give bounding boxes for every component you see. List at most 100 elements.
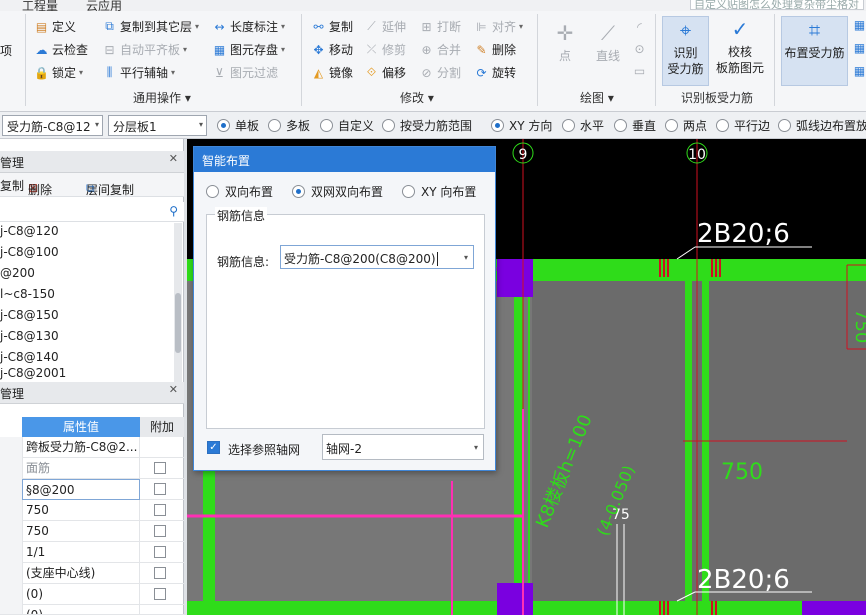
checkbox[interactable] xyxy=(154,483,166,495)
offset-button[interactable]: ⟐ 偏移 xyxy=(364,64,406,81)
left-panel: 管理 ✕ 复制 ⊠ 删除 ⧉ 层间复制 ⚲ j-C8@120 j-C8@100 @… xyxy=(0,139,184,615)
group-label-draw: 绘图 ▾ xyxy=(580,91,614,105)
table-row[interactable]: (支座中心线) xyxy=(0,563,184,584)
place-rebar-button[interactable]: ⌗ 布置受力筋 xyxy=(781,16,848,86)
extend-button[interactable]: ⟋ 延伸 xyxy=(364,18,406,35)
table-row[interactable]: §8@200 xyxy=(0,479,184,500)
line-button[interactable]: ⟋ 直线 xyxy=(588,20,628,64)
dimension-text-750: 750 xyxy=(721,460,763,485)
radio-parallel-edge[interactable]: 平行边 xyxy=(716,117,770,134)
element-save-button[interactable]: ▦ 图元存盘 ▾ xyxy=(212,41,285,58)
list-item[interactable]: j-C8@140 xyxy=(0,347,174,368)
length-dimension-button[interactable]: ↔ 长度标注 ▾ xyxy=(212,18,285,35)
axis-grid-select[interactable]: 轴网-2 ▾ xyxy=(322,434,484,460)
table-row[interactable]: (0) xyxy=(0,584,184,605)
radio-by-rebar-range[interactable]: 按受力筋范围 xyxy=(382,117,472,134)
element-filter-button[interactable]: ⊻ 图元过滤 xyxy=(212,64,278,81)
close-icon[interactable]: ✕ xyxy=(169,383,178,396)
auto-align-slab-button[interactable]: ⊟ 自动平齐板 ▾ xyxy=(102,41,187,58)
draw-extra-3[interactable]: ▭ xyxy=(632,64,650,78)
split-button[interactable]: ⊘ 分割 xyxy=(419,64,461,81)
radio-dot xyxy=(402,185,416,198)
trim-icon: ⤫ xyxy=(366,42,377,56)
cloud-check-button[interactable]: ☁ 云检查 xyxy=(34,41,89,58)
recognize-rebar-button[interactable]: ⌖ 识别 受力筋 xyxy=(662,16,709,86)
close-icon[interactable]: ✕ xyxy=(169,152,178,165)
break-button[interactable]: ⊞ 打断 xyxy=(419,18,461,35)
component-search-input[interactable]: ⚲ xyxy=(0,202,184,222)
list-item[interactable]: j-C8@150 xyxy=(0,305,174,326)
mirror-button[interactable]: ◭ 镜像 xyxy=(311,64,353,81)
checkbox[interactable] xyxy=(154,567,166,579)
merge-button[interactable]: ⊕ 合并 xyxy=(419,41,461,58)
search-input[interactable]: 自定义贴图怎么处理复杂带尘格对件 xyxy=(690,0,864,10)
list-scrollbar[interactable] xyxy=(174,223,182,383)
table-row[interactable]: 750 xyxy=(0,521,184,542)
define-button[interactable]: ▤ 定义 xyxy=(34,18,76,35)
rotate-button[interactable]: ⟳ 旋转 xyxy=(474,64,516,81)
radio-bidirectional[interactable]: 双向布置 xyxy=(206,183,273,200)
radio-arc-edge[interactable]: 弧线边布置放 xyxy=(778,117,866,134)
radio-xy-direction[interactable]: XY 方向 xyxy=(491,117,552,134)
parallel-axis-button[interactable]: ⫼ 平行辅轴 ▾ xyxy=(102,64,175,81)
checkbox[interactable] xyxy=(154,588,166,600)
list-item[interactable]: j-C8@100 xyxy=(0,242,174,263)
list-item[interactable]: j-C8@120 xyxy=(0,221,174,242)
ribbon: 工程量 云应用 自定义贴图怎么处理复杂带尘格对件 项 ▤定义 ☁云检查 🔒锁定▾… xyxy=(0,0,866,112)
point-button[interactable]: ✛ 点 xyxy=(548,20,582,64)
list-item[interactable]: j-C8@2001 xyxy=(0,368,174,380)
checkbox[interactable] xyxy=(154,462,166,474)
recognize-rebar-icon: ⌖ xyxy=(679,18,692,42)
rebar-type-select[interactable]: 受力筋-C8@12 ▾ xyxy=(2,115,103,136)
radio-two-points[interactable]: 两点 xyxy=(665,117,707,134)
more-icon-1[interactable]: ▦ xyxy=(852,18,866,32)
align-slab-icon: ⊟ xyxy=(104,42,115,57)
move-button[interactable]: ✥ 移动 xyxy=(311,41,353,58)
reference-axis-checkbox[interactable]: ✓ xyxy=(207,441,220,454)
delete-button[interactable]: ✎ 删除 xyxy=(474,41,516,58)
lock-button[interactable]: 🔒 锁定 ▾ xyxy=(34,64,83,81)
draw-extra-1[interactable]: ◜ xyxy=(632,20,650,34)
trim-button[interactable]: ⤫ 修剪 xyxy=(364,41,406,58)
radio-xy-layout[interactable]: XY 向布置 xyxy=(402,183,476,200)
radio-horizontal[interactable]: 水平 xyxy=(562,117,604,134)
radio-single-slab[interactable]: 单板 xyxy=(217,117,259,134)
copy-to-floor-button[interactable]: ⧉ 复制到其它层 ▾ xyxy=(102,18,199,35)
slab-layer-select[interactable]: 分层板1 ▾ xyxy=(108,115,207,136)
radio-double-net-bidirectional[interactable]: 双网双向布置 xyxy=(292,183,383,200)
table-row[interactable]: 1/1 xyxy=(0,542,184,563)
radio-custom[interactable]: 自定义 xyxy=(320,117,374,134)
more-icon-2[interactable]: ▦ xyxy=(852,41,866,55)
draw-extra-2[interactable]: ⊙ xyxy=(632,42,650,56)
column xyxy=(497,259,533,297)
chevron-down-icon: ▾ xyxy=(463,253,468,262)
table-row[interactable]: (0) xyxy=(0,605,184,615)
table-row[interactable]: 750 xyxy=(0,500,184,521)
menu-quantities[interactable]: 工程量 xyxy=(22,0,58,11)
ribbon-left-stub[interactable]: 项 xyxy=(0,42,12,59)
checkbox[interactable] xyxy=(154,525,166,537)
list-item[interactable]: j-C8@130 xyxy=(0,326,174,347)
more-icon-3[interactable]: ▦ xyxy=(852,64,866,78)
radio-dot xyxy=(716,119,729,132)
eraser-icon: ✎ xyxy=(476,42,487,57)
check-icon: ✓ xyxy=(731,17,749,41)
grid-icon: ▦ xyxy=(853,18,866,32)
radio-multi-slab[interactable]: 多板 xyxy=(268,117,310,134)
radio-vertical[interactable]: 垂直 xyxy=(614,117,656,134)
list-item[interactable]: l~c8-150 xyxy=(0,284,174,305)
copy-component-button[interactable]: 复制 xyxy=(0,177,24,194)
copy-button[interactable]: ⚯ 复制 xyxy=(311,18,353,35)
rebar-info-select[interactable]: 受力筋-C8@200(C8@200) ▾ xyxy=(280,245,474,269)
checkbox[interactable] xyxy=(154,546,166,558)
table-row[interactable]: 面筋 xyxy=(0,458,184,479)
chevron-down-icon: ▾ xyxy=(473,443,478,452)
check-slab-rebar-button[interactable]: ✓ 校核 板筋图元 xyxy=(712,16,768,76)
checkbox[interactable] xyxy=(154,504,166,516)
divider xyxy=(537,14,538,106)
align-button[interactable]: ⊫ 对齐 ▾ xyxy=(474,18,523,35)
radio-dot xyxy=(206,185,219,198)
table-row[interactable]: 跨板受力筋-C8@2... xyxy=(0,437,184,458)
menu-cloud[interactable]: 云应用 xyxy=(86,0,122,11)
list-item[interactable]: @200 xyxy=(0,263,174,284)
